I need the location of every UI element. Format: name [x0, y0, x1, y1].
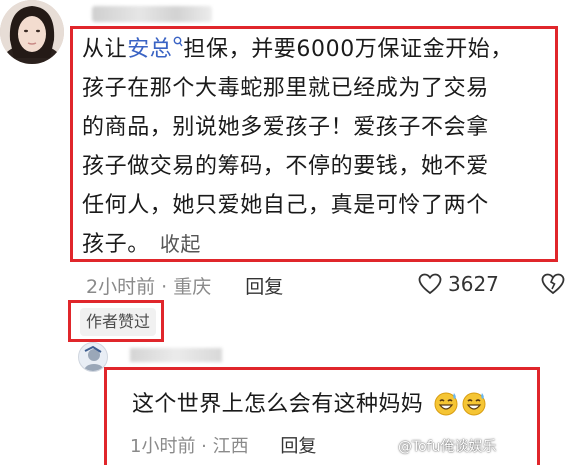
comment-reply-button[interactable]: 回复 — [245, 276, 283, 298]
dislike-heart-icon — [541, 273, 565, 295]
reply-meta: 1小时前 · 江西 回复 — [130, 432, 316, 458]
comment-body: 从让安总 担保，并要6000万保证金开始， 孩子在那个大毒蛇那里就已经成为了交易 … — [82, 30, 552, 264]
comment-text-part2: 担保，并要6000万保证金开始， 孩子在那个大毒蛇那里就已经成为了交易 的商品，… — [82, 37, 513, 257]
author-liked-badge: 作者赞过 — [80, 308, 156, 336]
mention-link[interactable]: 安总 — [127, 36, 183, 62]
reply-reply-button[interactable]: 回复 — [280, 436, 316, 457]
dislike-button[interactable] — [541, 273, 565, 299]
mention-name: 安总 — [127, 37, 173, 62]
reply-body: 这个世界上怎么会有这种妈妈 — [132, 386, 487, 422]
search-mention-icon — [174, 36, 183, 47]
sweat-smile-emoji — [461, 390, 487, 422]
reply-text: 这个世界上怎么会有这种妈妈 — [132, 392, 424, 417]
commenter-name-redacted — [92, 6, 212, 22]
reply-name-redacted — [130, 348, 222, 362]
watermark-text: @Tofu俺谈娱乐 — [398, 439, 497, 455]
like-count: 3627 — [448, 272, 499, 296]
reply-time-location: 1小时前 · 江西 — [130, 436, 249, 457]
comment-text-part1: 从让 — [82, 37, 128, 62]
sweat-smile-emoji — [433, 390, 459, 422]
commenter-avatar[interactable] — [0, 0, 64, 64]
comment-time-location: 2小时前 · 重庆 — [86, 276, 212, 298]
collapse-button[interactable]: 收起 — [160, 232, 201, 256]
like-button[interactable] — [418, 273, 442, 299]
heart-icon — [418, 273, 442, 295]
comment-meta: 2小时前 · 重庆 回复 — [86, 272, 283, 299]
